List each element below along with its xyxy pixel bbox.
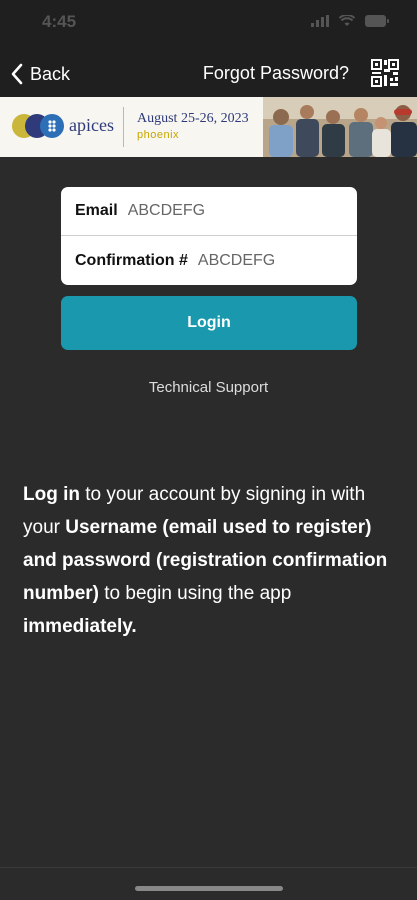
battery-icon — [365, 15, 389, 27]
status-time: 4:45 — [42, 12, 77, 31]
event-date: August 25-26, 2023 — [137, 111, 249, 126]
instruction-text-2: to begin using the app — [99, 583, 292, 604]
forgot-password-button[interactable]: Forgot Password? — [203, 63, 349, 84]
login-form: Email Confirmation # — [61, 187, 357, 285]
bottom-divider — [0, 867, 417, 868]
email-row: Email — [61, 187, 357, 236]
banner-divider — [123, 107, 124, 147]
instruction-bold-3: immediately. — [23, 616, 137, 637]
email-label: Email — [75, 202, 118, 219]
login-instructions: Log in to your account by signing in wit… — [23, 478, 395, 643]
app-header: 4:45 Back Forgot Password? — [0, 0, 417, 98]
status-icons — [311, 15, 389, 27]
chevron-left-icon — [11, 63, 23, 85]
confirmation-label: Confirmation # — [75, 251, 188, 269]
confirmation-row: Confirmation # — [61, 236, 357, 285]
instruction-bold-1: Log in — [23, 484, 80, 505]
qr-code-icon — [371, 59, 399, 87]
event-banner: apices August 25-26, 2023 phoenix — [0, 97, 417, 157]
home-indicator[interactable] — [135, 886, 283, 891]
brand-name: apices — [69, 115, 114, 135]
apices-logo-icon — [12, 114, 64, 138]
email-field[interactable] — [127, 202, 278, 220]
wifi-icon — [339, 15, 355, 26]
attendees-photo — [263, 97, 417, 157]
signal-icon — [311, 15, 329, 27]
confirmation-field[interactable] — [197, 251, 348, 270]
back-button[interactable]: Back — [10, 60, 70, 88]
event-city: phoenix — [137, 129, 180, 141]
navigation-bar: Back Forgot Password? — [0, 50, 417, 96]
qr-scan-button[interactable] — [371, 59, 399, 87]
status-bar: 4:45 — [0, 0, 417, 46]
back-label: Back — [30, 63, 71, 84]
login-button[interactable]: Login — [61, 296, 357, 350]
technical-support-link[interactable]: Technical Support — [0, 379, 417, 396]
